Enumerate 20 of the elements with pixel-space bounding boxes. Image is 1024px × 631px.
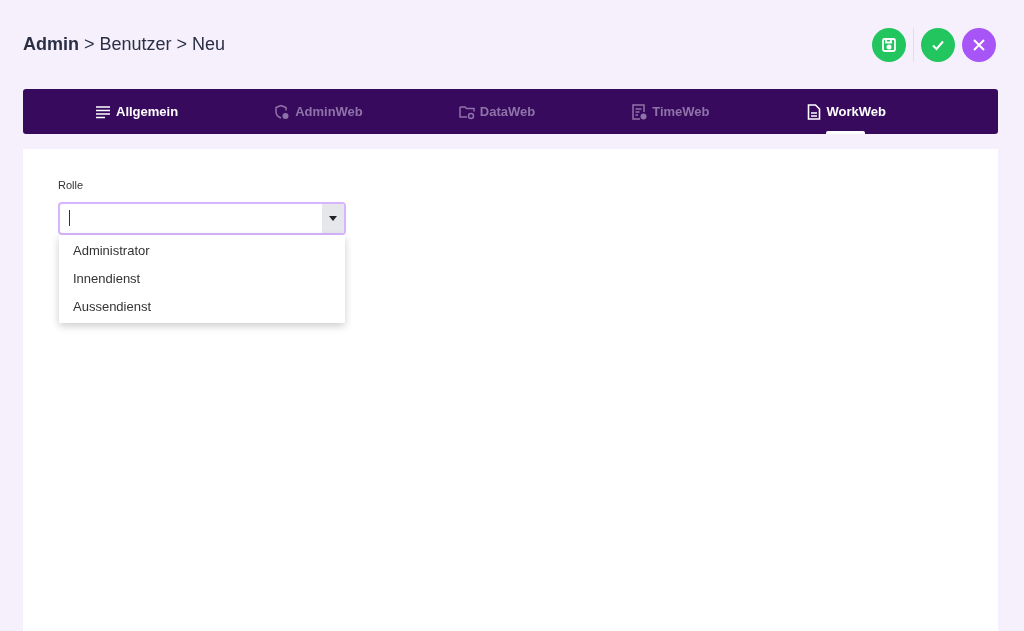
caret-icon bbox=[329, 215, 337, 221]
dropdown-option[interactable]: Aussendienst bbox=[59, 292, 345, 321]
field-label: Rolle bbox=[58, 178, 85, 193]
breadcrumb: Admin > Benutzer > Neu bbox=[23, 33, 226, 56]
document-icon bbox=[805, 103, 822, 120]
tab[interactable]: WorkWeb bbox=[805, 89, 886, 134]
document-clock-icon bbox=[631, 103, 648, 120]
tab[interactable]: Allgemein bbox=[95, 89, 179, 134]
close-button[interactable] bbox=[962, 27, 996, 62]
shield-icon bbox=[274, 103, 291, 120]
dropdown-toggle[interactable] bbox=[322, 203, 344, 233]
dropdown-option[interactable]: Innendienst bbox=[59, 264, 345, 293]
save-button[interactable] bbox=[872, 27, 906, 62]
list-icon bbox=[95, 103, 111, 120]
close-icon bbox=[973, 38, 985, 51]
save-icon bbox=[881, 36, 897, 53]
confirm-button[interactable] bbox=[921, 27, 955, 62]
checkmark-icon bbox=[931, 38, 945, 51]
dropdown-option[interactable]: Administrator bbox=[59, 236, 345, 265]
folder-gear-icon bbox=[458, 103, 475, 120]
